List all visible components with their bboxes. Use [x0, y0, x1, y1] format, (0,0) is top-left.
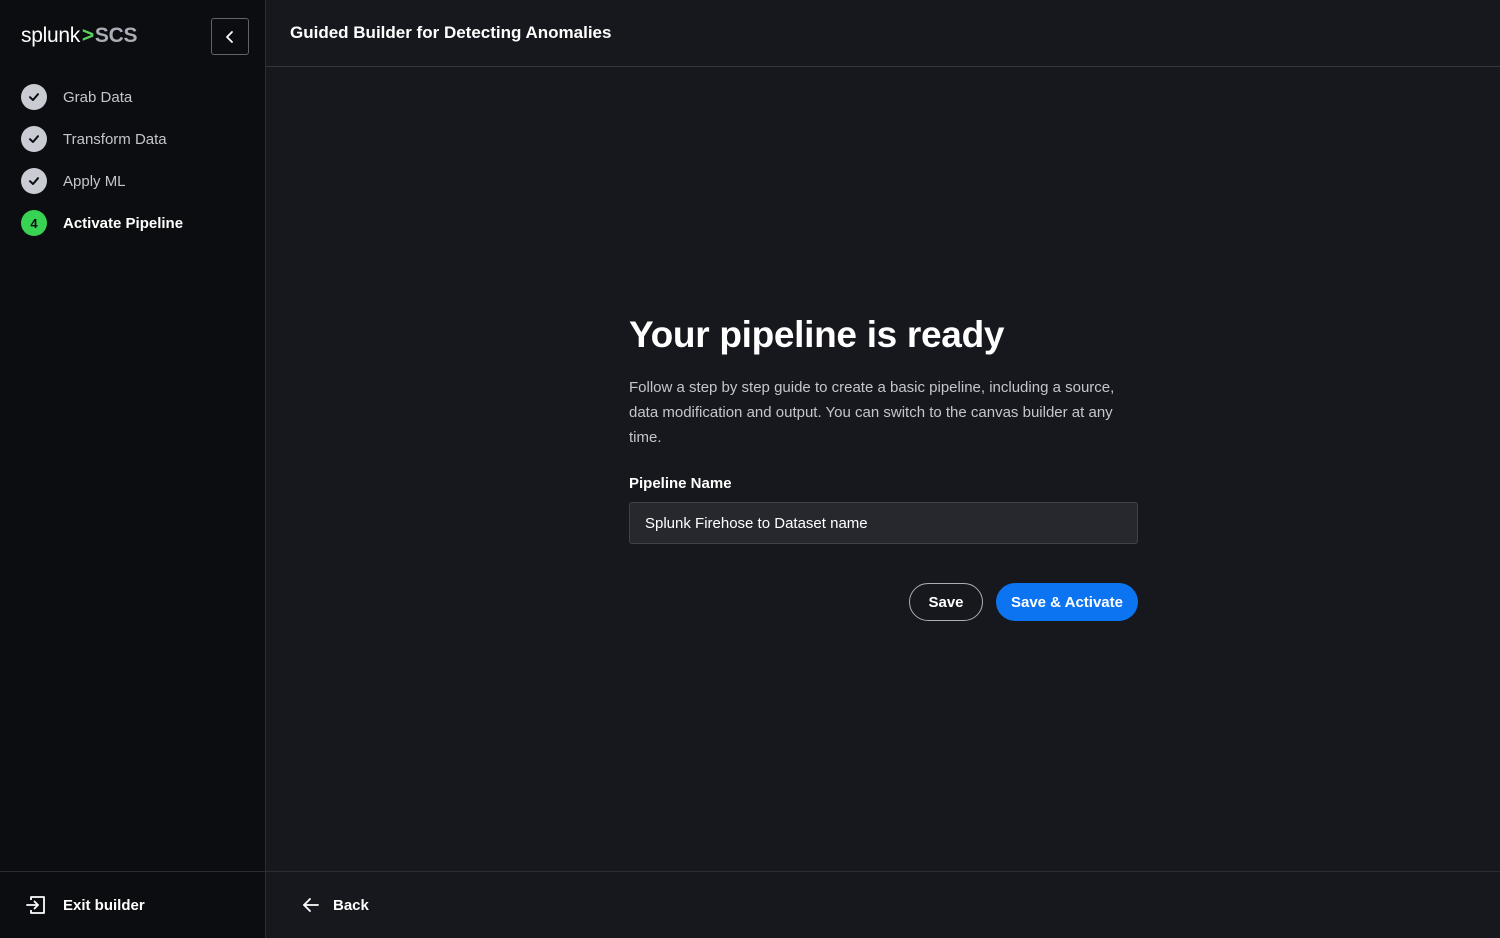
- main-panel: Your pipeline is ready Follow a step by …: [266, 67, 1500, 871]
- collapse-sidebar-button[interactable]: [211, 18, 249, 55]
- arrow-left-icon: [303, 898, 319, 912]
- sidebar-footer: Exit builder: [0, 871, 265, 938]
- page-footer: Back: [266, 871, 1500, 938]
- step-label: Transform Data: [63, 130, 167, 148]
- activation-form: Your pipeline is ready Follow a step by …: [629, 313, 1138, 622]
- step-list: Grab Data Transform Data Apply ML 4 Acti…: [21, 84, 183, 252]
- sidebar: splunk > SCS Grab Data Transform Data Ap…: [0, 0, 266, 938]
- exit-icon: [26, 896, 45, 914]
- description-text: Follow a step by step guide to create a …: [629, 379, 1115, 447]
- pipeline-name-input[interactable]: [629, 502, 1138, 545]
- back-label: Back: [333, 896, 369, 914]
- step-grab-data[interactable]: Grab Data: [21, 84, 183, 110]
- step-label: Activate Pipeline: [63, 214, 184, 232]
- form-actions: Save Save & Activate: [629, 583, 1138, 622]
- step-complete-badge: [21, 168, 47, 194]
- step-transform-data[interactable]: Transform Data: [21, 126, 183, 152]
- check-icon: [29, 135, 39, 143]
- brand-separator: >: [81, 24, 94, 47]
- step-number-badge: 4: [21, 210, 47, 236]
- brand-product: SCS: [94, 24, 138, 47]
- brand-name: splunk: [21, 24, 80, 47]
- step-complete-badge: [21, 84, 47, 110]
- pipeline-name-label: Pipeline Name: [629, 475, 732, 493]
- brand-logo: splunk > SCS: [21, 24, 137, 48]
- main-heading: Your pipeline is ready: [629, 314, 1005, 355]
- step-label: Grab Data: [63, 88, 133, 106]
- page-header: Guided Builder for Detecting Anomalies: [266, 0, 1500, 67]
- step-activate-pipeline[interactable]: 4 Activate Pipeline: [21, 210, 183, 236]
- save-activate-button[interactable]: Save & Activate: [996, 583, 1138, 622]
- step-label: Apply ML: [63, 172, 126, 190]
- check-icon: [29, 177, 39, 185]
- chevron-left-icon: [226, 30, 233, 43]
- back-button[interactable]: Back: [301, 895, 369, 915]
- exit-builder-button[interactable]: Exit builder: [25, 894, 145, 916]
- step-apply-ml[interactable]: Apply ML: [21, 168, 183, 194]
- exit-builder-label: Exit builder: [63, 896, 145, 914]
- page-title: Guided Builder for Detecting Anomalies: [290, 23, 612, 42]
- save-button[interactable]: Save: [909, 583, 983, 622]
- step-complete-badge: [21, 126, 47, 152]
- app-window: splunk > SCS Grab Data Transform Data Ap…: [0, 0, 1500, 938]
- check-icon: [29, 93, 39, 101]
